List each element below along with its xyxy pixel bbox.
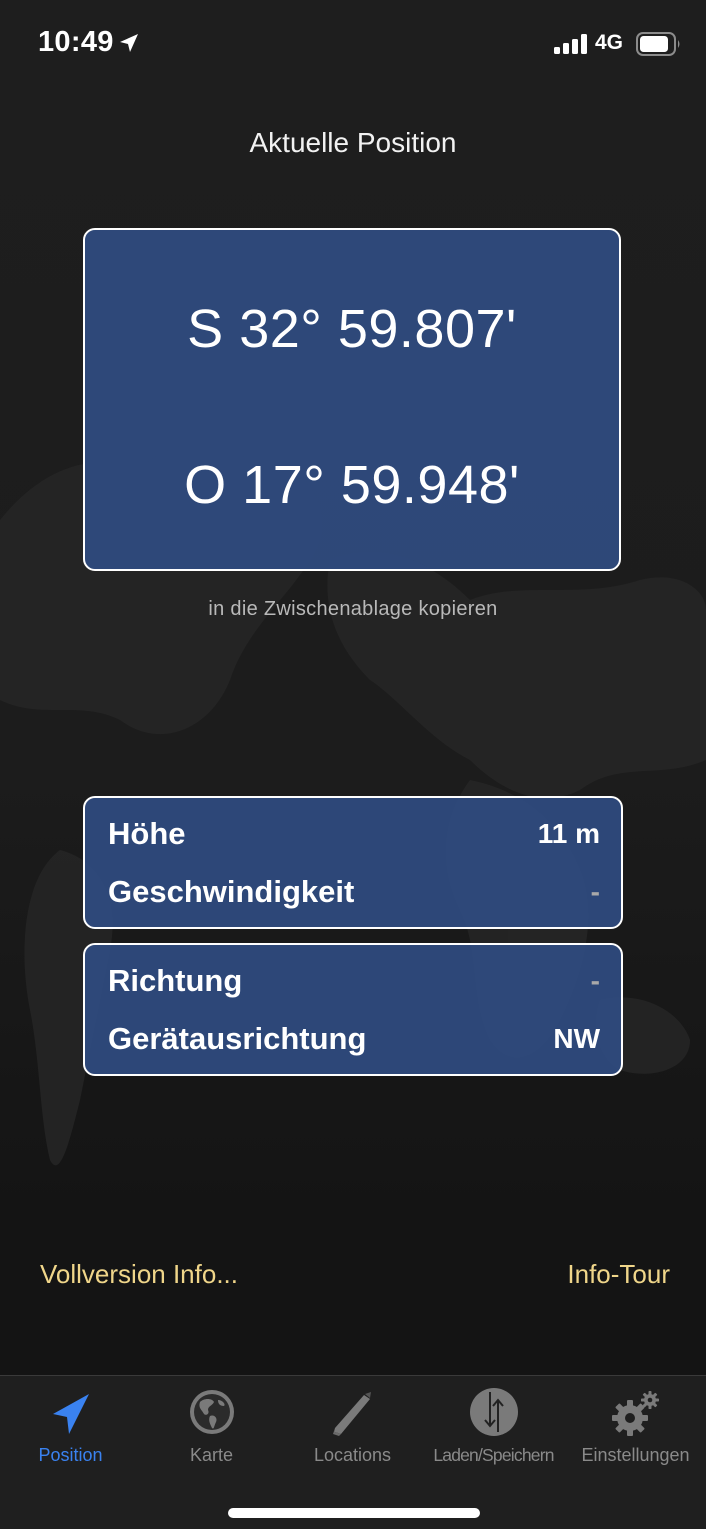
altitude-label: Höhe <box>108 816 186 851</box>
tab-label: Einstellungen <box>581 1445 690 1465</box>
status-bar: 10:49 4G <box>0 0 706 90</box>
tab-label: Position <box>38 1445 103 1465</box>
latitude-value: S 32° 59.807' <box>187 299 517 359</box>
navigation-arrow-icon <box>52 1394 89 1434</box>
info-row-direction: Richtung - <box>108 961 600 1001</box>
gears-icon <box>611 1391 659 1436</box>
page-title: Aktuelle Position <box>249 127 457 158</box>
info-row-device-heading: Gerätausrichtung NW <box>108 1019 600 1059</box>
tab-label: Locations <box>313 1445 392 1465</box>
pencil-icon <box>332 1392 371 1436</box>
info-row-speed: Geschwindigkeit - <box>108 872 600 912</box>
direction-label: Richtung <box>108 963 243 998</box>
speed-value: - <box>590 876 600 907</box>
device-heading-value: NW <box>553 1023 600 1054</box>
tab-label: Karte <box>189 1445 234 1465</box>
app-screen: 10:49 4G Aktuelle Position S 32° 59.807'… <box>0 0 706 1529</box>
location-arrow-icon <box>120 34 138 52</box>
tab-position[interactable]: Position <box>0 1376 141 1476</box>
tab-einstellungen[interactable]: Einstellungen <box>565 1376 706 1476</box>
load-save-arrows-icon <box>469 1388 518 1436</box>
direction-value: - <box>590 965 600 996</box>
status-time: 10:49 <box>38 26 114 58</box>
device-heading-label: Gerätausrichtung <box>108 1021 367 1056</box>
tab-locations[interactable]: Locations <box>282 1376 423 1476</box>
longitude-value: O 17° 59.948' <box>184 455 520 515</box>
tab-laden-speichern[interactable]: Laden/Speichern <box>423 1376 564 1476</box>
speed-label: Geschwindigkeit <box>108 874 355 909</box>
tab-karte[interactable]: Karte <box>141 1376 282 1476</box>
world-map-background <box>0 443 706 1166</box>
altitude-speed-card: Höhe 11 m Geschwindigkeit - <box>83 796 623 929</box>
signal-bars-icon <box>554 34 587 54</box>
coordinates-card[interactable]: S 32° 59.807' O 17° 59.948' <box>83 228 621 571</box>
battery-icon <box>636 32 680 56</box>
info-row-altitude: Höhe 11 m <box>108 814 600 854</box>
network-type: 4G <box>595 31 624 54</box>
direction-heading-card: Richtung - Gerätausrichtung NW <box>83 943 623 1076</box>
tab-bar: Position Karte Locations Laden/Speichern… <box>0 1375 706 1529</box>
tab-label: Laden/Speichern <box>433 1445 554 1465</box>
info-tour-link[interactable]: Info-Tour <box>567 1259 670 1290</box>
home-indicator[interactable] <box>228 1508 480 1518</box>
altitude-value: 11 m <box>537 818 600 849</box>
full-version-info-link[interactable]: Vollversion Info... <box>40 1259 238 1290</box>
globe-icon <box>189 1390 234 1434</box>
copy-to-clipboard-button[interactable]: in die Zwischenablage kopieren <box>0 598 706 621</box>
